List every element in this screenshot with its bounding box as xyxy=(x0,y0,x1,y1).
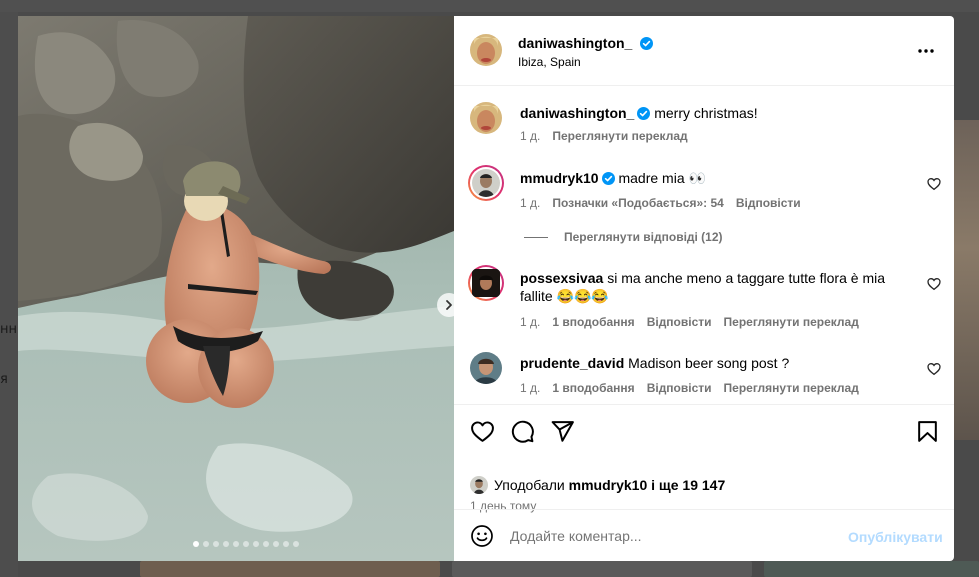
backdrop-left-panel xyxy=(0,12,18,577)
comment-1-meta: 1 д. Позначки «Подобається»: 54 Відповіс… xyxy=(520,196,801,210)
likes-prefix: Уподобали xyxy=(494,477,565,493)
carousel-dots xyxy=(18,541,454,547)
comment-1-likes[interactable]: Позначки «Подобається»: 54 xyxy=(552,196,723,210)
post-header: daniwashington_ Ibiza, Spain xyxy=(454,16,954,86)
carousel-dot xyxy=(223,541,229,547)
comment-2-meta: 1 д. 1 вподобання Відповісти Переглянути… xyxy=(520,315,859,329)
comment-1-text: madre mia 👀 xyxy=(618,170,706,186)
author-username[interactable]: daniwashington_ xyxy=(518,35,632,51)
caption-text: merry christmas! xyxy=(654,105,758,121)
comment-3-reply[interactable]: Відповісти xyxy=(647,381,712,395)
view-replies-line xyxy=(524,236,548,238)
likes-count[interactable]: і ще 19 147 xyxy=(651,477,725,493)
comment-3-heart-icon[interactable] xyxy=(927,362,941,376)
carousel-dot xyxy=(233,541,239,547)
carousel-dot xyxy=(263,541,269,547)
comment-avatar-prudente_david[interactable] xyxy=(470,352,502,384)
carousel-dot xyxy=(273,541,279,547)
comment-1: mmudryk10 madre mia 👀 xyxy=(520,169,706,187)
comment-composer: Опублікувати xyxy=(454,509,954,561)
share-icon[interactable] xyxy=(550,419,575,444)
comment-2-heart-icon[interactable] xyxy=(927,277,941,291)
caption-username[interactable]: daniwashington_ xyxy=(520,105,634,121)
comment-2-reply[interactable]: Відповісти xyxy=(647,315,712,329)
bookmark-icon[interactable] xyxy=(915,419,940,444)
caption-translate-link[interactable]: Переглянути переклад xyxy=(552,129,687,143)
more-options-button[interactable] xyxy=(916,42,936,60)
comment-3: prudente_david Madison beer song post ? xyxy=(520,354,789,372)
carousel-dot xyxy=(193,541,199,547)
carousel-dot xyxy=(243,541,249,547)
view-replies[interactable]: Переглянути відповіді (12) xyxy=(524,230,723,244)
verified-badge-icon xyxy=(639,37,653,50)
backdrop-tile-1 xyxy=(140,561,440,577)
caption: daniwashington_ merry christmas! xyxy=(520,104,758,122)
carousel-dot xyxy=(283,541,289,547)
carousel-dot xyxy=(293,541,299,547)
backdrop-tile-3 xyxy=(764,561,979,577)
comment-2-translate-link[interactable]: Переглянути переклад xyxy=(724,315,859,329)
caption-avatar[interactable] xyxy=(470,102,502,134)
likes-summary: Уподобали mmudryk10 і ще 19 147 xyxy=(470,476,725,494)
comment-2: possexsivaa si ma anche meno a taggare t… xyxy=(520,269,920,305)
verified-badge-icon xyxy=(637,107,651,120)
comment-avatar-possexsivaa[interactable] xyxy=(468,265,504,301)
comment-2-text: si ma anche meno a taggare tutte flora è… xyxy=(607,270,886,286)
carousel-dot xyxy=(203,541,209,547)
comment-3-text: Madison beer song post ? xyxy=(628,355,790,371)
post-comment-button[interactable]: Опублікувати xyxy=(848,529,943,545)
carousel-dot xyxy=(213,541,219,547)
chevron-right-icon xyxy=(446,300,452,310)
emoji-icon[interactable] xyxy=(470,524,494,548)
carousel-dot xyxy=(253,541,259,547)
comment-avatar-mmudryk10[interactable] xyxy=(468,165,504,201)
backdrop-left-text-2: я xyxy=(0,372,8,387)
comment-2-username[interactable]: possexsivaa xyxy=(520,270,603,286)
likes-avatar[interactable] xyxy=(470,476,488,494)
post-photo-image xyxy=(18,16,454,561)
post-photo[interactable] xyxy=(18,16,454,561)
backdrop-right-photo xyxy=(954,120,979,440)
likes-user[interactable]: mmudryk10 xyxy=(569,477,648,493)
comment-3-username[interactable]: prudente_david xyxy=(520,355,624,371)
comment-3-time[interactable]: 1 д. xyxy=(520,381,540,395)
post-location[interactable]: Ibiza, Spain xyxy=(518,55,581,69)
comment-input[interactable] xyxy=(510,526,830,546)
comment-2-time[interactable]: 1 д. xyxy=(520,315,540,329)
comment-2-likes[interactable]: 1 вподобання xyxy=(552,315,634,329)
heart-icon[interactable] xyxy=(470,419,495,444)
backdrop-tile-2 xyxy=(452,561,752,577)
backdrop-top-bar xyxy=(0,0,979,12)
author-avatar[interactable] xyxy=(470,34,502,66)
comment-1-reply[interactable]: Відповісти xyxy=(736,196,801,210)
comment-3-translate-link[interactable]: Переглянути переклад xyxy=(724,381,859,395)
comment-1-time[interactable]: 1 д. xyxy=(520,196,540,210)
comment-3-likes[interactable]: 1 вподобання xyxy=(552,381,634,395)
comment-1-username[interactable]: mmudryk10 xyxy=(520,170,599,186)
comment-3-meta: 1 д. 1 вподобання Відповісти Переглянути… xyxy=(520,381,859,395)
comment-2-text-line2: fallite 😂😂😂 xyxy=(520,288,609,304)
view-replies-label[interactable]: Переглянути відповіді (12) xyxy=(564,230,723,244)
more-icon xyxy=(918,49,934,53)
caption-time[interactable]: 1 д. xyxy=(520,129,540,143)
post-side-panel: daniwashington_ Ibiza, Spain daniwashing… xyxy=(454,16,954,561)
comment-icon[interactable] xyxy=(510,419,535,444)
comment-1-heart-icon[interactable] xyxy=(927,177,941,191)
caption-meta: 1 д. Переглянути переклад xyxy=(520,129,688,143)
verified-badge-icon xyxy=(601,172,615,185)
next-slide-button[interactable] xyxy=(437,293,454,317)
